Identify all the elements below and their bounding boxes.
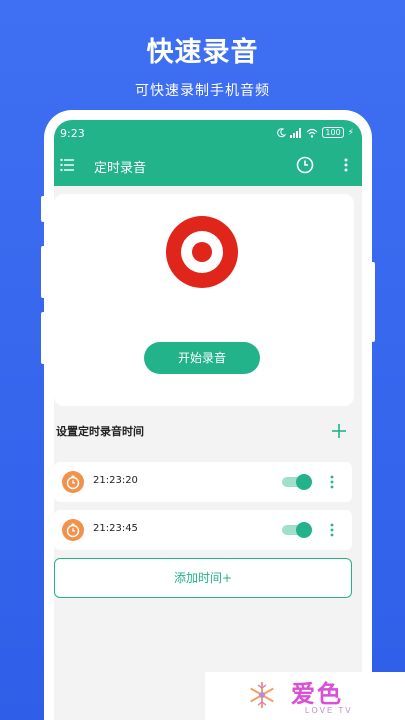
timer-time: 21:23:45	[93, 523, 138, 534]
phone-side-button	[41, 246, 46, 298]
clock-icon[interactable]	[296, 156, 314, 174]
timer-row[interactable]: 21:23:20	[54, 462, 352, 502]
timer-toggle[interactable]	[282, 522, 312, 538]
more-vertical-icon[interactable]	[330, 523, 334, 537]
watermark-text: 爱色	[291, 680, 343, 708]
add-time-button[interactable]: 添加时间+	[54, 558, 352, 598]
timer-toggle[interactable]	[282, 474, 312, 490]
battery-indicator: 100	[322, 127, 344, 138]
watermark: 爱色 LOVE TV	[205, 672, 405, 720]
charging-icon: ⚡	[347, 127, 354, 138]
toggle-knob	[296, 474, 312, 490]
toggle-knob	[296, 522, 312, 538]
schedule-section-label: 设置定时录音时间	[56, 425, 144, 438]
timer-clock-icon	[62, 519, 84, 541]
timer-clock-icon	[62, 471, 84, 493]
add-icon[interactable]	[332, 424, 346, 438]
status-time: 9:23	[60, 127, 85, 140]
moon-icon	[277, 127, 287, 137]
wifi-icon	[306, 128, 318, 138]
phone-side-button	[41, 196, 46, 222]
more-vertical-icon[interactable]	[344, 158, 348, 172]
watermark-subtext: LOVE TV	[305, 706, 353, 715]
status-icons: 100 ⚡	[276, 127, 354, 138]
promo-title: 快速录音	[146, 37, 259, 68]
toolbar: 定时录音	[54, 154, 362, 178]
signal-icon	[290, 127, 302, 138]
toolbar-title: 定时录音	[94, 161, 147, 176]
timer-time: 21:23:20	[93, 475, 138, 486]
snowflake-logo-icon	[250, 682, 274, 708]
menu-list-icon[interactable]	[60, 158, 74, 172]
promo-subtitle: 可快速录制手机音频	[135, 83, 270, 99]
timer-row[interactable]: 21:23:45	[54, 510, 352, 550]
status-bar: 9:23 100 ⚡	[60, 127, 354, 143]
phone-side-button	[370, 262, 375, 342]
app-header: 9:23 100 ⚡ 定时录音	[54, 120, 362, 186]
start-recording-button[interactable]: 开始录音	[144, 342, 260, 374]
record-card: 开始录音	[54, 194, 354, 406]
app-screen: 9:23 100 ⚡ 定时录音 开始录音 设置定时录音时间 21:23:20 2…	[54, 120, 362, 720]
more-vertical-icon[interactable]	[330, 475, 334, 489]
record-icon[interactable]	[166, 216, 238, 288]
phone-side-button	[41, 312, 46, 364]
